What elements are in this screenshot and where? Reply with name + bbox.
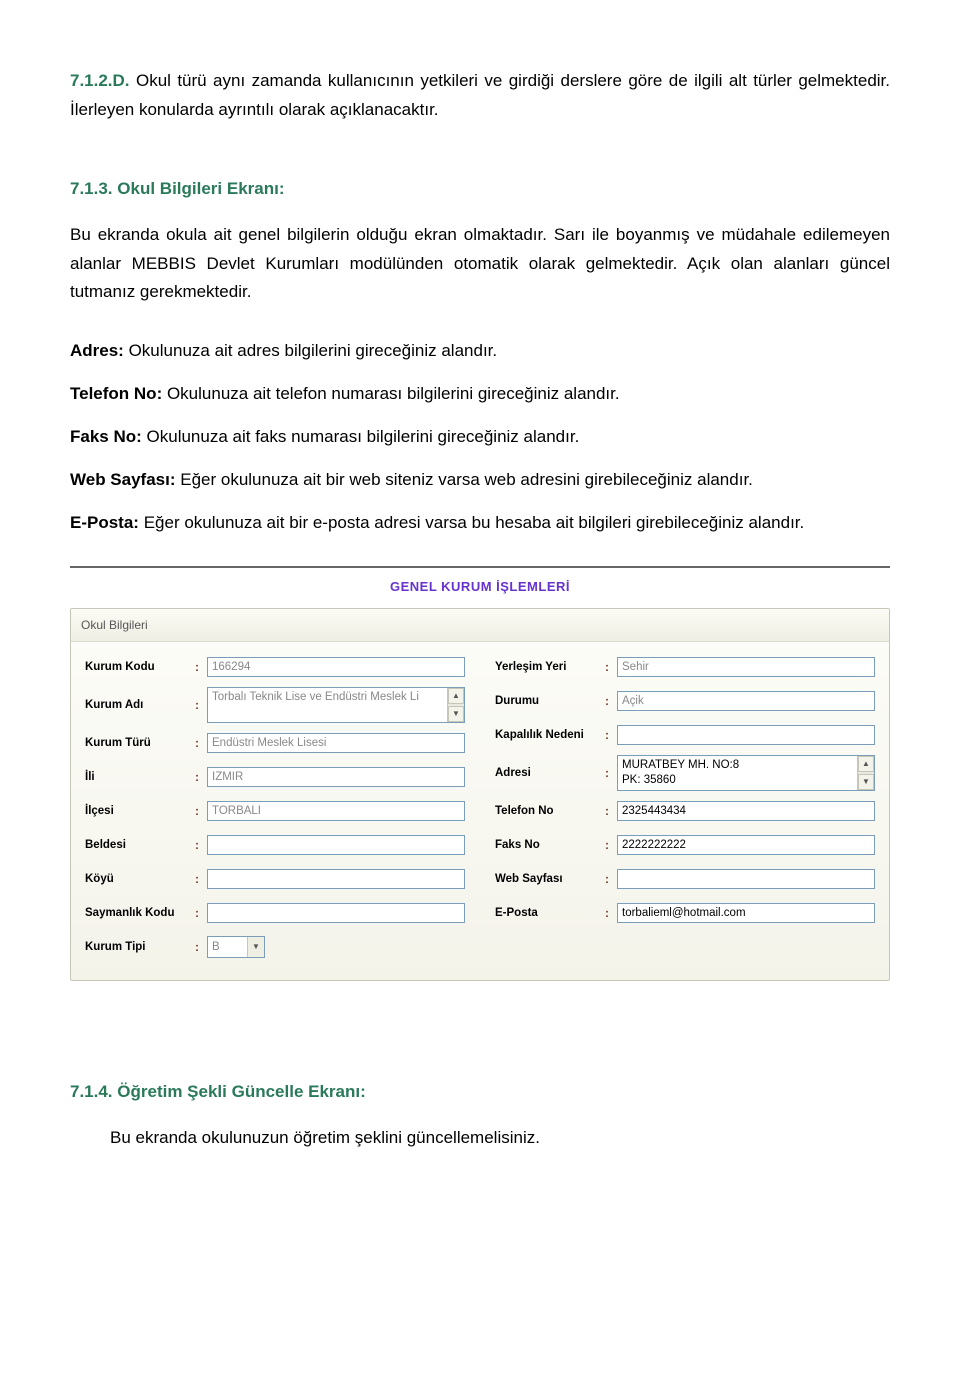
def-tel-label: Telefon No: (70, 384, 162, 403)
panel-okul-bilgileri: Okul Bilgileri Kurum Kodu : Kurum Adı : … (70, 608, 890, 981)
field-adresi[interactable]: MURATBEY MH. NO:8 PK: 35860 ▲ ▼ (617, 755, 875, 791)
chevron-down-icon: ▼ (247, 937, 264, 957)
row-kurum-tipi: Kurum Tipi : B ▼ (85, 932, 465, 962)
row-telefon: Telefon No : (495, 796, 875, 826)
section-title-714: Öğretim Şekli Güncelle Ekranı: (117, 1082, 365, 1101)
label-durumu: Durumu (495, 695, 605, 708)
section-713-title: 7.1.3. Okul Bilgileri Ekranı: (70, 175, 890, 204)
scrollbar[interactable]: ▲ ▼ (447, 688, 464, 722)
label-adresi: Adresi (495, 767, 605, 780)
row-kurum-turu: Kurum Türü : (85, 728, 465, 758)
label-web: Web Sayfası (495, 873, 605, 886)
field-beldesi (207, 835, 465, 855)
row-yerlesim: Yerleşim Yeri : (495, 652, 875, 682)
def-faks: Faks No: Okulunuza ait faks numarası bil… (70, 423, 890, 452)
row-saymanlik: Saymanlık Kodu : (85, 898, 465, 928)
field-yerlesim (617, 657, 875, 677)
section-num-713: 7.1.3. (70, 179, 113, 198)
field-ili (207, 767, 465, 787)
right-column: Yerleşim Yeri : Durumu : Kapalılık Neden… (495, 652, 875, 966)
label-saymanlik: Saymanlık Kodu (85, 907, 195, 920)
scroll-down-icon[interactable]: ▼ (858, 774, 874, 790)
label-kurum-kodu: Kurum Kodu (85, 661, 195, 674)
section-712d: 7.1.2.D. Okul türü aynı zamanda kullanıc… (70, 67, 890, 125)
row-kurum-adi: Kurum Adı : Torbalı Teknik Lise ve Endüs… (85, 686, 465, 724)
label-kurum-turu: Kurum Türü (85, 737, 195, 750)
row-adresi: Adresi : MURATBEY MH. NO:8 PK: 35860 ▲ ▼ (495, 754, 875, 792)
left-column: Kurum Kodu : Kurum Adı : Torbalı Teknik … (85, 652, 465, 966)
section-title-713: Okul Bilgileri Ekranı: (117, 179, 284, 198)
def-web: Web Sayfası: Eğer okulunuza ait bir web … (70, 466, 890, 495)
field-kapalilik (617, 725, 875, 745)
def-eposta: E-Posta: Eğer okulunuza ait bir e-posta … (70, 509, 890, 538)
row-faks: Faks No : (495, 830, 875, 860)
row-eposta: E-Posta : (495, 898, 875, 928)
def-tel-text: Okulunuza ait telefon numarası bilgileri… (162, 384, 619, 403)
section-num-712d: 7.1.2.D. (70, 71, 130, 90)
label-kurum-tipi: Kurum Tipi (85, 941, 195, 954)
section-num-714: 7.1.4. (70, 1082, 113, 1101)
def-adres-label: Adres: (70, 341, 124, 360)
label-kurum-adi: Kurum Adı (85, 699, 195, 712)
def-adres-text: Okulunuza ait adres bilgilerini gireceği… (124, 341, 497, 360)
def-eposta-label: E-Posta: (70, 513, 139, 532)
field-kurum-turu (207, 733, 465, 753)
def-web-label: Web Sayfası: (70, 470, 176, 489)
scroll-up-icon[interactable]: ▲ (858, 756, 874, 772)
def-adres: Adres: Okulunuza ait adres bilgilerini g… (70, 337, 890, 366)
field-telefon[interactable] (617, 801, 875, 821)
def-faks-text: Okulunuza ait faks numarası bilgilerini … (142, 427, 580, 446)
section-714-p1: Bu ekranda okulunuzun öğretim şeklini gü… (70, 1124, 890, 1153)
field-kurum-adi: Torbalı Teknik Lise ve Endüstri Meslek L… (207, 687, 465, 723)
field-kurum-tipi: B ▼ (207, 936, 265, 958)
app-title: GENEL KURUM İŞLEMLERİ (70, 572, 890, 608)
field-ilcesi (207, 801, 465, 821)
scroll-down-icon[interactable]: ▼ (448, 706, 464, 722)
label-koyu: Köyü (85, 873, 195, 886)
label-telefon: Telefon No (495, 805, 605, 818)
def-tel: Telefon No: Okulunuza ait telefon numara… (70, 380, 890, 409)
field-kurum-kodu (207, 657, 465, 677)
label-yerlesim: Yerleşim Yeri (495, 661, 605, 674)
label-kapalilik: Kapalılık Nedeni (495, 729, 605, 742)
row-ilcesi: İlçesi : (85, 796, 465, 826)
divider (70, 566, 890, 568)
scroll-up-icon[interactable]: ▲ (448, 688, 464, 704)
field-koyu (207, 869, 465, 889)
label-ili: İli (85, 771, 195, 784)
row-kapalilik: Kapalılık Nedeni : (495, 720, 875, 750)
field-web[interactable] (617, 869, 875, 889)
field-faks[interactable] (617, 835, 875, 855)
section-text-712d: Okul türü aynı zamanda kullanıcının yetk… (70, 71, 890, 119)
section-714-title: 7.1.4. Öğretim Şekli Güncelle Ekranı: (70, 1078, 890, 1107)
row-kurum-kodu: Kurum Kodu : (85, 652, 465, 682)
row-koyu: Köyü : (85, 864, 465, 894)
field-durumu (617, 691, 875, 711)
def-faks-label: Faks No: (70, 427, 142, 446)
label-beldesi: Beldesi (85, 839, 195, 852)
row-web: Web Sayfası : (495, 864, 875, 894)
form-screenshot: GENEL KURUM İŞLEMLERİ Okul Bilgileri Kur… (70, 566, 890, 981)
field-eposta[interactable] (617, 903, 875, 923)
field-saymanlik (207, 903, 465, 923)
section-713-p1: Bu ekranda okula ait genel bilgilerin ol… (70, 221, 890, 308)
label-ilcesi: İlçesi (85, 805, 195, 818)
row-ili: İli : (85, 762, 465, 792)
row-beldesi: Beldesi : (85, 830, 465, 860)
scrollbar[interactable]: ▲ ▼ (857, 756, 874, 790)
panel-title: Okul Bilgileri (71, 609, 889, 642)
label-eposta: E-Posta (495, 907, 605, 920)
def-eposta-text: Eğer okulunuza ait bir e-posta adresi va… (139, 513, 804, 532)
label-faks: Faks No (495, 839, 605, 852)
def-web-text: Eğer okulunuza ait bir web siteniz varsa… (176, 470, 753, 489)
row-durumu: Durumu : (495, 686, 875, 716)
